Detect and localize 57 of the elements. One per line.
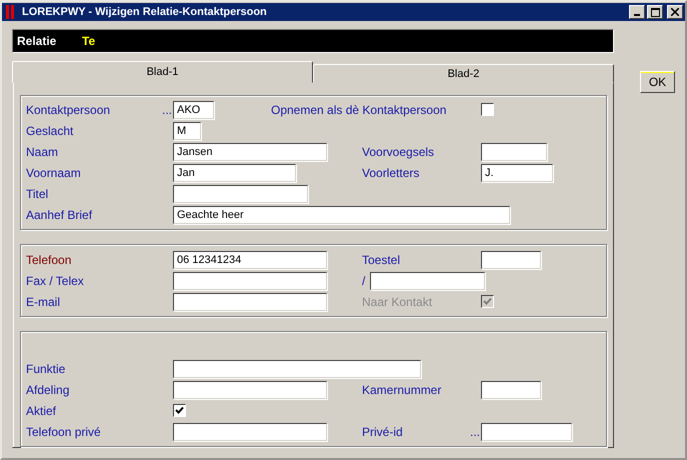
field-label: Aanhef Brief [26, 208, 92, 222]
checkbox[interactable] [173, 404, 186, 417]
input-field[interactable] [173, 360, 421, 378]
relation-value: Te [82, 34, 96, 48]
input-field[interactable] [173, 292, 327, 310]
field-label: Afdeling [26, 382, 70, 396]
field-label: E-mail [26, 294, 60, 308]
lookup-dots[interactable]: ... [470, 424, 481, 438]
input-field[interactable] [173, 272, 327, 290]
field-label: Kamernummer [362, 382, 442, 396]
check-icon [175, 406, 184, 415]
tab[interactable]: Blad-2 [313, 64, 614, 83]
field-label: Opnemen als dè Kontaktpersoon [271, 102, 446, 116]
input-field[interactable] [173, 422, 327, 440]
input-field[interactable] [173, 184, 308, 202]
field-label: Funktie [26, 362, 66, 376]
tab[interactable]: Blad-1 [12, 61, 313, 83]
field-label: Voornaam [26, 166, 81, 180]
field-label: Geslacht [26, 124, 74, 138]
field-label: Naam [26, 144, 58, 158]
field-label: Aktief [26, 404, 56, 418]
app-icon [6, 5, 16, 19]
window-title: LOREKPWY - Wijzigen Relatie-Kontaktpersoon [22, 6, 268, 18]
close-button[interactable] [667, 5, 683, 19]
field-label: Naar Kontakt [362, 294, 432, 308]
input-field[interactable] [481, 250, 541, 268]
field-label: Telefoon [26, 252, 72, 266]
field-label: Fax / Telex [26, 274, 84, 288]
field-label: / [362, 274, 366, 288]
field-label: Voorletters [362, 166, 420, 180]
input-field[interactable] [481, 142, 547, 160]
ok-button[interactable]: OK [640, 71, 675, 93]
input-field[interactable]: Geachte heer [173, 206, 510, 224]
input-field[interactable]: J. [481, 164, 553, 182]
input-field[interactable] [370, 272, 485, 290]
input-field[interactable]: Jan [173, 164, 296, 182]
input-field[interactable]: M [173, 122, 201, 140]
field-label: Kontaktpersoon [26, 102, 110, 116]
relation-label: Relatie [17, 34, 58, 48]
lookup-dots[interactable]: ... [162, 102, 173, 116]
field-label: Voorvoegsels [362, 144, 434, 158]
minimize-button[interactable] [629, 5, 645, 19]
input-field[interactable] [481, 380, 541, 398]
close-icon [671, 8, 679, 16]
input-field[interactable]: Jansen [173, 142, 327, 160]
maximize-icon [650, 8, 660, 16]
check-icon [483, 297, 492, 306]
maximize-button[interactable] [647, 5, 663, 19]
input-field[interactable] [481, 422, 572, 440]
input-field[interactable] [173, 380, 327, 398]
input-field[interactable]: 06 12341234 [173, 250, 327, 268]
field-label: Privé-id [362, 424, 403, 438]
field-label: Toestel [362, 252, 400, 266]
input-field[interactable]: AKO [173, 100, 214, 118]
field-label: Telefoon privé [26, 424, 101, 438]
field-label: Titel [26, 186, 48, 200]
checkbox[interactable] [481, 103, 494, 116]
